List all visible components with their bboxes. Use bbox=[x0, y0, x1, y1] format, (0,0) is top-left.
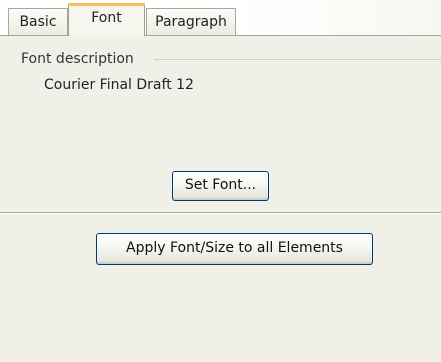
tab-basic[interactable]: Basic bbox=[8, 8, 68, 35]
tab-font-label: Font bbox=[91, 10, 122, 26]
set-font-button[interactable]: Set Font... bbox=[172, 171, 269, 201]
tab-font[interactable]: Font bbox=[68, 3, 145, 36]
tab-basic-label: Basic bbox=[19, 14, 57, 30]
apply-font-size-all-button[interactable]: Apply Font/Size to all Elements bbox=[96, 233, 373, 265]
tab-paragraph[interactable]: Paragraph bbox=[146, 8, 236, 35]
font-settings-dialog: Basic Font Paragraph Font description Co… bbox=[0, 0, 441, 362]
font-description-value: Courier Final Draft 12 bbox=[44, 77, 194, 93]
tab-paragraph-label: Paragraph bbox=[155, 14, 227, 30]
tab-strip-border bbox=[0, 35, 441, 36]
section-divider-highlight bbox=[0, 213, 441, 214]
tab-strip: Basic Font Paragraph bbox=[0, 0, 441, 36]
tab-strip-fade bbox=[237, 0, 441, 35]
font-description-group-line bbox=[154, 59, 441, 60]
font-description-group-label: Font description bbox=[21, 51, 139, 67]
